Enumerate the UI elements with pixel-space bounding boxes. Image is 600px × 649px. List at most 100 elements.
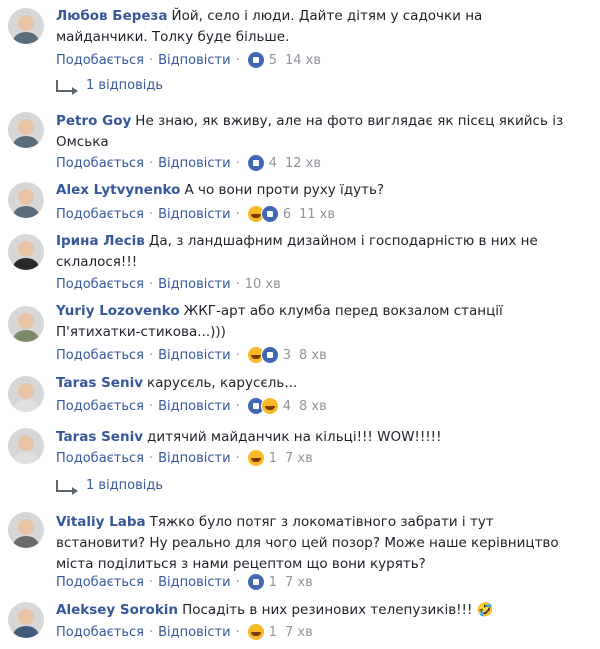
replies-count[interactable]: 1 відповідь <box>86 478 163 493</box>
comment-actions: Подобається · Відповісти · 1 7 хв <box>56 448 313 468</box>
reaction-count[interactable]: 1 <box>269 451 277 466</box>
comment-text: карусєль, карусєль... <box>147 375 298 391</box>
comment-actions: Подобається · Відповісти · 1 7 хв <box>56 572 313 592</box>
timestamp[interactable]: 11 хв <box>299 207 335 222</box>
reply-button[interactable]: Відповісти <box>158 575 230 590</box>
comment-actions: Подобається · Відповісти · 5 14 хв <box>56 50 321 70</box>
avatar[interactable] <box>8 428 44 464</box>
reaction-count[interactable]: 6 <box>283 207 291 222</box>
reactions[interactable] <box>246 573 265 591</box>
avatar[interactable] <box>8 602 44 638</box>
like-button[interactable]: Подобається <box>56 53 144 68</box>
replies-count[interactable]: 1 відповідь <box>86 78 163 93</box>
comment-body: Petro Goy Не знаю, як вживу, але на фото … <box>56 111 576 153</box>
avatar[interactable] <box>8 306 44 342</box>
reply-button[interactable]: Відповісти <box>158 625 230 640</box>
separator: · <box>235 276 240 292</box>
separator: · <box>235 206 240 222</box>
comment-author[interactable]: Taras Seniv <box>56 375 143 391</box>
view-replies-link[interactable]: 1 відповідь <box>56 78 163 95</box>
timestamp[interactable]: 12 хв <box>285 156 321 171</box>
comment-author[interactable]: Petro Goy <box>56 113 131 129</box>
separator: · <box>235 574 240 590</box>
comment-author[interactable]: Taras Seniv <box>56 429 143 445</box>
avatar[interactable] <box>8 234 44 270</box>
timestamp[interactable]: 8 хв <box>299 348 327 363</box>
timestamp[interactable]: 14 хв <box>285 53 321 68</box>
reactions[interactable] <box>246 397 279 415</box>
like-icon <box>246 51 265 69</box>
reaction-count[interactable]: 5 <box>269 53 277 68</box>
like-button[interactable]: Подобається <box>56 277 144 292</box>
reactions[interactable] <box>246 154 265 172</box>
like-button[interactable]: Подобається <box>56 399 144 414</box>
avatar[interactable] <box>8 112 44 148</box>
reaction-count[interactable]: 4 <box>269 156 277 171</box>
timestamp[interactable]: 7 хв <box>285 451 313 466</box>
reaction-count[interactable]: 1 <box>269 575 277 590</box>
reaction-count[interactable]: 1 <box>269 625 277 640</box>
reply-arrow-icon <box>56 79 78 95</box>
comment-author[interactable]: Любов Береза <box>56 8 168 24</box>
comment-text: Посадіть в них резинових телепузиків!!! … <box>182 602 494 618</box>
separator: · <box>149 206 154 222</box>
comment-body: Ірина Лесів Да, з ландшафним дизайном і г… <box>56 231 576 273</box>
reply-button[interactable]: Відповісти <box>158 451 230 466</box>
separator: · <box>149 574 154 590</box>
comment-author[interactable]: Ірина Лесів <box>56 233 145 249</box>
reply-button[interactable]: Відповісти <box>158 156 230 171</box>
timestamp[interactable]: 10 хв <box>245 277 281 292</box>
like-icon <box>260 205 279 223</box>
comment-text: дитячий майданчик на кільці!!! WOW!!!!! <box>147 429 442 445</box>
like-button[interactable]: Подобається <box>56 575 144 590</box>
comment-author[interactable]: Yuriy Lozovenko <box>56 303 180 319</box>
like-button[interactable]: Подобається <box>56 348 144 363</box>
like-button[interactable]: Подобається <box>56 625 144 640</box>
separator: · <box>235 624 240 640</box>
separator: · <box>149 398 154 414</box>
timestamp[interactable]: 7 хв <box>285 575 313 590</box>
like-button[interactable]: Подобається <box>56 207 144 222</box>
like-icon <box>246 154 265 172</box>
comment-author[interactable]: Vitaliy Laba <box>56 514 146 530</box>
like-button[interactable]: Подобається <box>56 451 144 466</box>
reactions[interactable] <box>246 51 265 69</box>
like-button[interactable]: Подобається <box>56 156 144 171</box>
view-replies-link[interactable]: 1 відповідь <box>56 478 163 495</box>
reactions[interactable] <box>246 205 279 223</box>
like-icon <box>260 346 279 364</box>
reply-arrow-icon <box>56 479 78 495</box>
separator: · <box>149 276 154 292</box>
avatar[interactable] <box>8 8 44 44</box>
separator: · <box>235 52 240 68</box>
timestamp[interactable]: 7 хв <box>285 625 313 640</box>
comment-actions: Подобається · Відповісти · 10 хв <box>56 274 281 294</box>
comment-actions: Подобається · Відповісти · 1 7 хв <box>56 622 313 642</box>
separator: · <box>235 398 240 414</box>
reply-button[interactable]: Відповісти <box>158 399 230 414</box>
separator: · <box>149 624 154 640</box>
reply-button[interactable]: Відповісти <box>158 277 230 292</box>
timestamp[interactable]: 8 хв <box>299 399 327 414</box>
separator: · <box>149 450 154 466</box>
reactions[interactable] <box>246 449 265 467</box>
avatar[interactable] <box>8 182 44 218</box>
avatar[interactable] <box>8 376 44 412</box>
reactions[interactable] <box>246 623 265 641</box>
comment-author[interactable]: Aleksey Sorokin <box>56 602 178 618</box>
comments-feed: Любов Береза Йой, село і люди. Дайте дітя… <box>0 0 600 649</box>
reaction-count[interactable]: 3 <box>283 348 291 363</box>
comment-body: Yuriy Lozovenko ЖКГ-арт або клумба перед … <box>56 301 576 343</box>
separator: · <box>149 52 154 68</box>
reply-button[interactable]: Відповісти <box>158 207 230 222</box>
separator: · <box>149 347 154 363</box>
reply-button[interactable]: Відповісти <box>158 53 230 68</box>
avatar[interactable] <box>8 512 44 548</box>
haha-icon <box>260 397 279 415</box>
reactions[interactable] <box>246 346 279 364</box>
comment-body: Taras Seniv дитячий майданчик на кільці!!… <box>56 427 576 448</box>
haha-icon <box>246 449 265 467</box>
reply-button[interactable]: Відповісти <box>158 348 230 363</box>
comment-author[interactable]: Alex Lytvynenko <box>56 182 180 198</box>
reaction-count[interactable]: 4 <box>283 399 291 414</box>
